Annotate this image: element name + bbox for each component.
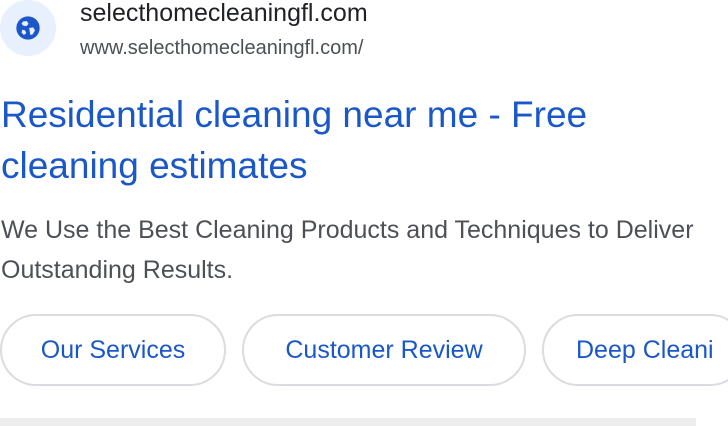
site-name[interactable]: selecthomecleaningfl.com	[80, 0, 368, 29]
sitelink-deep-cleaning[interactable]: Deep Cleani	[542, 314, 728, 386]
result-title-link[interactable]: Residential cleaning near me - Free clea…	[1, 89, 691, 191]
site-url[interactable]: www.selecthomecleaningfl.com/	[80, 35, 363, 61]
site-favicon[interactable]	[0, 0, 56, 56]
sitelinks-row: Our Services Customer Review Deep Cleani	[0, 314, 728, 386]
sitelink-label: Customer Review	[285, 335, 483, 364]
sitelink-our-services[interactable]: Our Services	[0, 314, 226, 386]
globe-icon	[16, 16, 40, 40]
bottom-divider	[0, 418, 696, 426]
sitelink-customer-review[interactable]: Customer Review	[242, 314, 526, 386]
result-snippet: We Use the Best Cleaning Products and Te…	[1, 216, 694, 284]
sitelink-label: Our Services	[40, 335, 186, 364]
sitelink-label: Deep Cleani	[576, 335, 714, 364]
